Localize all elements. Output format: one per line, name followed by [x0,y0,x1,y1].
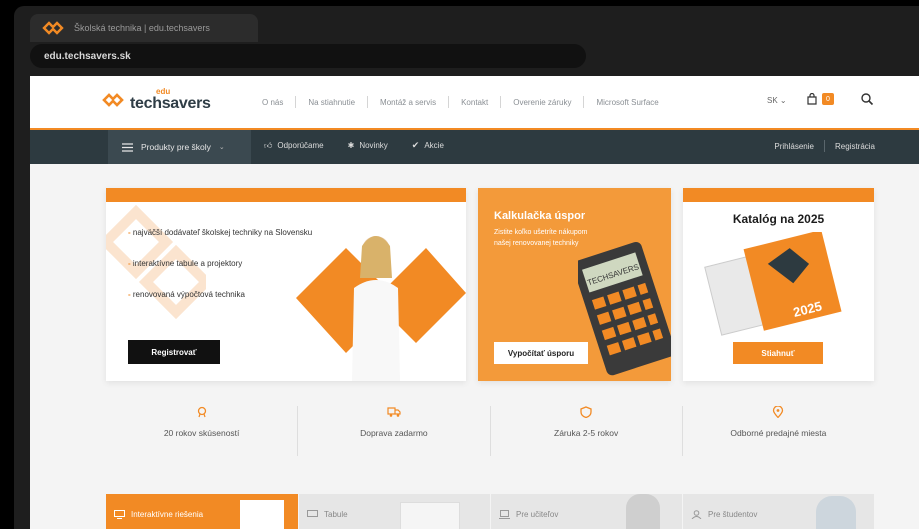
promo-bullet: najväčší dodávateľ školskej techniky na … [128,228,312,237]
check-icon: ✔ [411,140,420,150]
category-tiles: Interaktívne riešenia Tabule Pre učiteľo… [106,494,874,529]
download-catalog-button[interactable]: Stiahnuť [733,342,823,364]
feature-item: Odborné predajné miesta [683,406,874,456]
login-link[interactable]: Prihlásenie [764,142,824,151]
top-navigation: O nás Na stiahnutie Montáž a servis Kont… [250,96,671,108]
cart-button[interactable]: 0 [806,93,834,105]
site-header: edu techsavers O nás Na stiahnutie Montá… [30,76,919,128]
nav-news[interactable]: ✱ Novinky [348,140,388,151]
products-menu-button[interactable]: Produkty pre školy ⌄ [108,130,251,164]
promo-card: najväčší dodávateľ školskej techniky na … [106,188,466,381]
promo-graphic [296,236,466,381]
tile-interactive-solutions[interactable]: Interaktívne riešenia [106,494,298,529]
calculator-title: Kalkulačka úspor [494,210,586,222]
tile-boards[interactable]: Tabule [298,494,490,529]
truck-icon [387,407,401,417]
promo-bullet: renovovaná výpočtová technika [128,290,312,299]
web-page: edu techsavers O nás Na stiahnutie Montá… [30,76,919,529]
chevron-down-icon: ⌄ [218,144,225,151]
features-bar: 20 rokov skúseností Doprava zadarmo Záru… [106,406,874,456]
nav-downloads[interactable]: Na stiahnutie [296,98,367,107]
tile-for-teachers[interactable]: Pre učiteľov [490,494,682,529]
tab-title: Školská technika | edu.techsavers [74,23,210,33]
feature-item: Doprava zadarmo [298,406,491,456]
catalog-card: Katalóg na 2025 2025 Stiahnuť [683,188,874,381]
main-navigation: Produkty pre školy ⌄ 👍︎ Odporúčame ✱ Novin… [30,128,919,164]
nav-contact[interactable]: Kontakt [449,98,500,107]
shopping-bag-icon [807,93,817,105]
feature-item: Záruka 2-5 rokov [491,406,683,456]
browser-window: Školská technika | edu.techsavers edu.te… [14,6,919,529]
address-bar[interactable]: edu.techsavers.sk [30,44,586,68]
savings-calculator-card: Kalkulačka úspor Zistite koľko ušetríte … [478,188,671,381]
location-pin-icon [773,406,784,418]
logo-mark-icon [102,93,124,107]
nav-sales[interactable]: ✔ Akcie [412,140,444,151]
nav-warranty[interactable]: Overenie záruky [501,98,583,107]
register-link[interactable]: Registrácia [825,142,885,151]
medal-icon [197,406,206,418]
calculate-savings-button[interactable]: Vypočítať úsporu [494,342,588,364]
language-selector[interactable]: SK ⌄ [767,96,787,105]
nav-recommended[interactable]: 👍︎ Odporúčame [264,140,324,151]
search-button[interactable] [860,92,874,111]
board-icon [307,510,318,517]
search-icon [861,93,874,106]
calculator-icon: TECHSAVERS [578,241,671,376]
catalog-booklet-image: 2025 [704,232,842,336]
catalog-title: Katalóg na 2025 [732,212,825,226]
monitor-icon [114,510,125,519]
laptop-icon [499,510,510,519]
thumb-up-icon: 👍︎ [264,140,273,150]
cart-count-badge: 0 [822,93,834,105]
hamburger-icon [122,142,133,152]
logo-main-text: techsavers [130,95,211,112]
browser-tab[interactable]: Školská technika | edu.techsavers [30,14,258,42]
products-menu-label: Produkty pre školy [141,142,211,152]
shield-icon [580,406,592,418]
feature-item: 20 rokov skúseností [106,406,299,456]
site-logo[interactable]: edu techsavers [102,88,211,112]
student-icon [691,510,702,519]
nav-service[interactable]: Montáž a servis [368,98,448,107]
star-icon: ✱ [347,141,355,150]
techsavers-favicon-icon [42,21,64,35]
nav-about[interactable]: O nás [250,98,295,107]
tile-for-students[interactable]: Pre študentov [682,494,874,529]
promo-bullet: interaktívne tabule a projektory [128,259,312,268]
register-button[interactable]: Registrovať [128,340,220,364]
nav-surface[interactable]: Microsoft Surface [584,98,670,107]
